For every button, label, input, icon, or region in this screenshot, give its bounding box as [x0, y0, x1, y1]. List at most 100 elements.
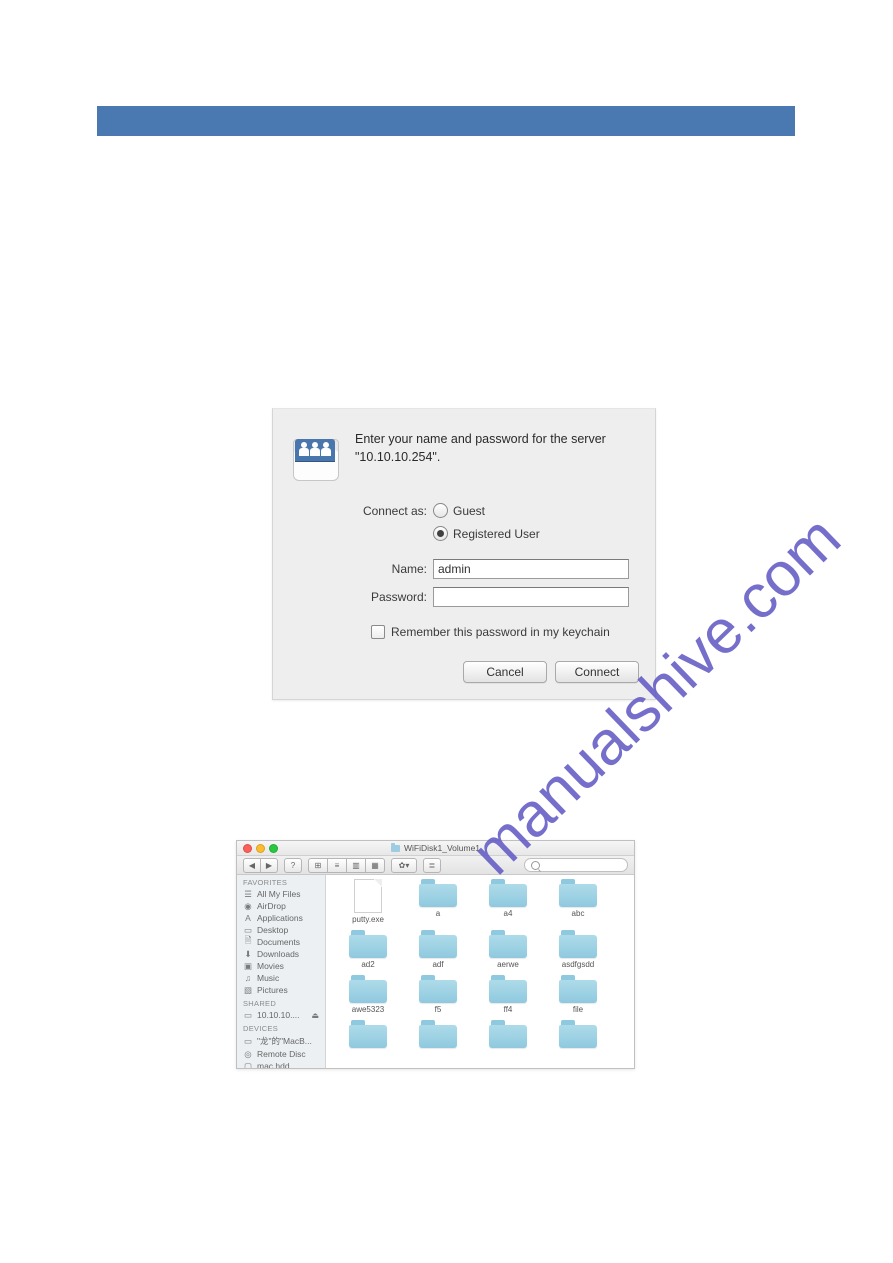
- folder-icon: [419, 930, 457, 958]
- view-cover-button[interactable]: ▦: [366, 858, 385, 873]
- finder-item[interactable]: [336, 1020, 400, 1050]
- password-label: Password:: [355, 590, 427, 604]
- eject-icon[interactable]: ⏏: [311, 1011, 319, 1020]
- search-input[interactable]: [524, 858, 628, 872]
- finder-item-label: ff4: [504, 1005, 513, 1014]
- zoom-icon[interactable]: [269, 844, 278, 853]
- sidebar-device-label: Remote Disc: [257, 1049, 306, 1059]
- finder-item[interactable]: [476, 1020, 540, 1050]
- sidebar-favorite-label: Pictures: [257, 985, 288, 995]
- folder-icon: [419, 879, 457, 907]
- folder-icon: [419, 975, 457, 1003]
- header-bar: [97, 106, 795, 136]
- folder-icon: [489, 930, 527, 958]
- finder-window: WiFiDisk1_Volume1 ◀ ▶ ? ⊞ ≡ ▥ ▦ ✿▾ ≣ FAV…: [236, 840, 635, 1069]
- finder-item[interactable]: ad2: [336, 930, 400, 969]
- sidebar-device-item[interactable]: ◎ Remote Disc: [237, 1048, 325, 1060]
- view-column-button[interactable]: ▥: [347, 858, 366, 873]
- shared-title: SHARED: [237, 996, 325, 1009]
- sidebar-device-icon: ◎: [243, 1050, 253, 1058]
- folder-icon: [489, 975, 527, 1003]
- finder-item-label: asdfgsdd: [562, 960, 594, 969]
- folder-icon: [349, 1020, 387, 1048]
- sidebar-favorite-label: Movies: [257, 961, 284, 971]
- finder-item-label: awe5323: [352, 1005, 384, 1014]
- sidebar-favorite-item[interactable]: ♫Music: [237, 972, 325, 984]
- forward-button[interactable]: ▶: [261, 858, 278, 873]
- finder-item[interactable]: a4: [476, 879, 540, 924]
- sidebar-favorite-item[interactable]: ⬇Downloads: [237, 948, 325, 960]
- minimize-icon[interactable]: [256, 844, 265, 853]
- action-button[interactable]: ✿▾: [391, 858, 417, 873]
- path-button[interactable]: ?: [284, 858, 302, 873]
- name-input[interactable]: [433, 559, 629, 579]
- sidebar-shared-item[interactable]: ▭ 10.10.10.... ⏏: [237, 1009, 325, 1021]
- finder-titlebar: WiFiDisk1_Volume1: [237, 841, 634, 856]
- sidebar-favorite-item[interactable]: ▣ Movies: [237, 960, 325, 972]
- finder-item-label: aerwe: [497, 960, 519, 969]
- sidebar-device-item[interactable]: ▢mac hdd: [237, 1060, 325, 1069]
- finder-item[interactable]: awe5323: [336, 975, 400, 1014]
- remember-checkbox[interactable]: [371, 625, 385, 639]
- sidebar-favorite-label: Desktop: [257, 925, 288, 935]
- sidebar-favorite-label: Music: [257, 973, 279, 983]
- remember-label: Remember this password in my keychain: [391, 625, 610, 639]
- sidebar-shared-label: 10.10.10....: [257, 1010, 300, 1020]
- close-icon[interactable]: [243, 844, 252, 853]
- finder-item[interactable]: ff4: [476, 975, 540, 1014]
- folder-icon: [559, 879, 597, 907]
- sidebar-favorite-item[interactable]: ☰All My Files: [237, 888, 325, 900]
- sidebar-device-item[interactable]: ▭ "龙"的"MacB...: [237, 1034, 325, 1048]
- folder-icon: [559, 1020, 597, 1048]
- cancel-button[interactable]: Cancel: [463, 661, 547, 683]
- folder-icon: [419, 1020, 457, 1048]
- finder-item[interactable]: asdfgsdd: [546, 930, 610, 969]
- sidebar-favorite-item[interactable]: ◉AirDrop: [237, 900, 325, 912]
- arrange-button[interactable]: ≣: [423, 858, 441, 873]
- search-icon: [531, 861, 540, 870]
- finder-item[interactable]: putty.exe: [336, 879, 400, 924]
- folder-icon: [559, 975, 597, 1003]
- sidebar-favorite-icon: ◉: [243, 902, 253, 910]
- sidebar-favorite-item[interactable]: AApplications: [237, 912, 325, 924]
- sidebar-favorite-icon: ▣: [243, 962, 253, 970]
- sidebar-favorite-item[interactable]: ▧Pictures: [237, 984, 325, 996]
- finder-item[interactable]: abc: [546, 879, 610, 924]
- sidebar-favorite-item[interactable]: 🗎Documents: [237, 936, 325, 948]
- sidebar-favorite-icon: ⬇: [243, 950, 253, 958]
- guest-radio-label: Guest: [453, 504, 485, 518]
- finder-item[interactable]: aerwe: [476, 930, 540, 969]
- finder-item-label: ad2: [361, 960, 374, 969]
- view-list-button[interactable]: ≡: [328, 858, 347, 873]
- folder-icon: [391, 845, 400, 852]
- connect-button[interactable]: Connect: [555, 661, 639, 683]
- finder-title: WiFiDisk1_Volume1: [404, 843, 480, 853]
- connect-as-label: Connect as:: [355, 504, 427, 518]
- view-icon-button[interactable]: ⊞: [308, 858, 328, 873]
- sidebar-favorite-icon: 🗎: [243, 938, 253, 946]
- folder-icon: [489, 879, 527, 907]
- guest-radio[interactable]: [433, 503, 448, 518]
- finder-sidebar: FAVORITES ☰All My Files◉AirDropAApplicat…: [237, 875, 326, 1069]
- server-auth-dialog: Enter your name and password for the ser…: [272, 408, 656, 700]
- registered-user-radio[interactable]: [433, 526, 448, 541]
- password-input[interactable]: [433, 587, 629, 607]
- file-icon: [354, 879, 382, 913]
- finder-toolbar: ◀ ▶ ? ⊞ ≡ ▥ ▦ ✿▾ ≣: [237, 856, 634, 875]
- devices-title: DEVICES: [237, 1021, 325, 1034]
- finder-item[interactable]: f5: [406, 975, 470, 1014]
- back-button[interactable]: ◀: [243, 858, 261, 873]
- sidebar-device-label: "龙"的"MacB...: [257, 1035, 312, 1047]
- finder-item[interactable]: a: [406, 879, 470, 924]
- finder-item[interactable]: file: [546, 975, 610, 1014]
- finder-item[interactable]: [546, 1020, 610, 1050]
- sidebar-device-icon: ▭: [243, 1037, 253, 1045]
- finder-item[interactable]: [406, 1020, 470, 1050]
- finder-item-label: putty.exe: [352, 915, 384, 924]
- network-drive-icon: [289, 431, 341, 483]
- sidebar-shared-icon: ▭: [243, 1011, 253, 1019]
- finder-item[interactable]: adf: [406, 930, 470, 969]
- finder-item-label: a4: [504, 909, 513, 918]
- finder-item-label: file: [573, 1005, 583, 1014]
- window-traffic-lights[interactable]: [243, 844, 278, 853]
